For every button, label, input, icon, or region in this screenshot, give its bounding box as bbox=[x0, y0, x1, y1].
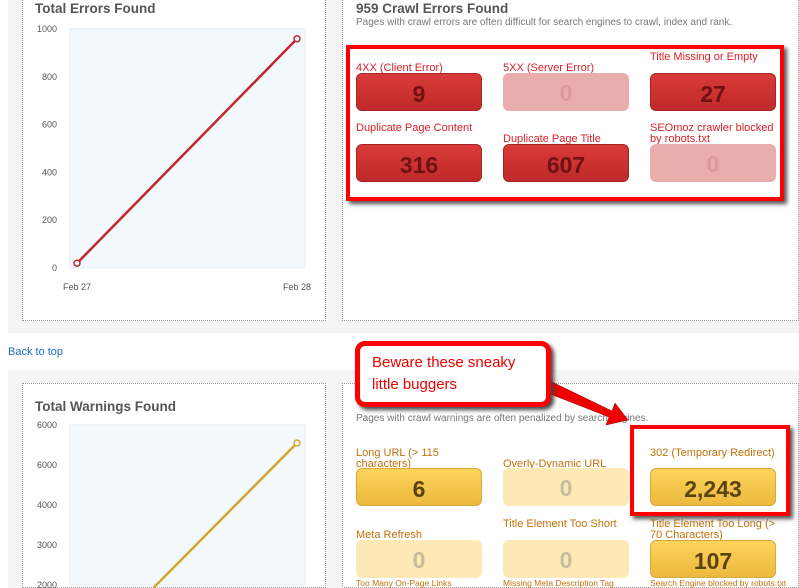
y-tick-label: 4000 bbox=[37, 500, 57, 510]
y-tick-label: 6000 bbox=[37, 460, 57, 470]
y-tick-label: 600 bbox=[42, 120, 57, 130]
y-tick-label: 400 bbox=[42, 167, 57, 177]
annotation-callout: Beware these sneaky little buggers bbox=[355, 341, 551, 407]
y-tick-label: 200 bbox=[42, 215, 57, 225]
data-point bbox=[73, 259, 81, 267]
plot-area bbox=[69, 424, 306, 586]
y-tick-label: 1000 bbox=[37, 24, 57, 34]
callout-arrow bbox=[544, 379, 629, 426]
x-tick-label: Feb 28 bbox=[283, 282, 311, 292]
y-tick-label: 2000 bbox=[37, 580, 57, 588]
y-tick-label: 0 bbox=[52, 263, 57, 273]
charts-layer: 0 200 400 600 800 1000 Feb 27 Feb 28 2000 3000 400… bbox=[37, 24, 629, 588]
y-tick-label: 800 bbox=[42, 72, 57, 82]
y-tick-label: 3000 bbox=[37, 540, 57, 550]
y-tick-label: 6000 bbox=[37, 420, 57, 430]
x-tick-label: Feb 27 bbox=[63, 282, 91, 292]
data-point bbox=[293, 35, 301, 43]
data-point bbox=[293, 439, 301, 447]
